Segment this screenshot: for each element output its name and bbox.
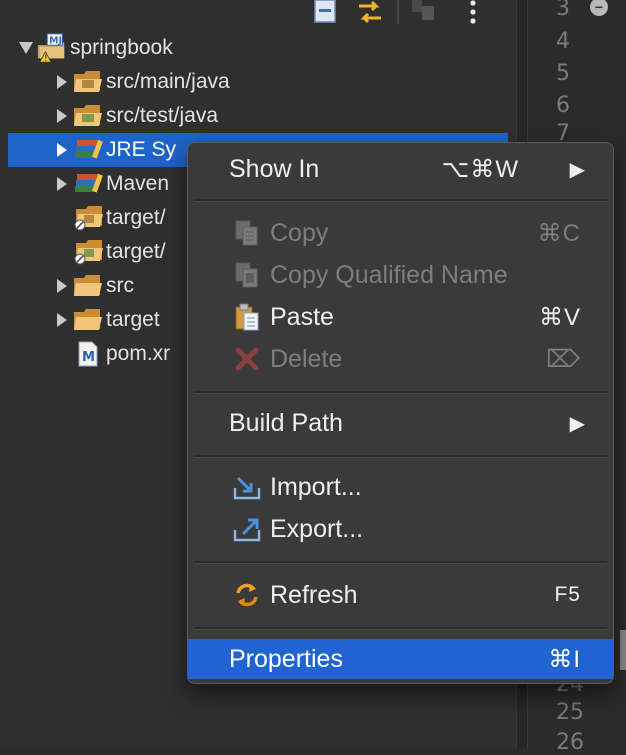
context-menu: Show In ⌥⌘W ▶ Copy ⌘C Copy Qualified Nam…	[187, 142, 614, 684]
toolbar-divider	[397, 0, 399, 24]
tree-item-label: src/test/java	[106, 104, 219, 127]
menu-shortcut: ⌦	[546, 345, 581, 373]
menu-item-copy[interactable]: Copy ⌘C	[194, 213, 607, 253]
menu-shortcut: ⌥⌘W	[441, 155, 519, 183]
submenu-arrow-icon: ▶	[569, 412, 585, 435]
tree-item-label: Maven	[106, 172, 170, 195]
menu-separator	[194, 627, 607, 630]
menu-item-refresh[interactable]: Refresh F5	[194, 575, 607, 615]
collapse-all-icon[interactable]	[312, 0, 338, 24]
delete-icon	[232, 344, 262, 374]
maven-java-project-icon: MJ !	[36, 33, 68, 63]
menu-separator	[194, 561, 607, 564]
menu-item-label: Copy	[270, 218, 329, 247]
menu-item-properties[interactable]: Properties ⌘I	[188, 639, 613, 679]
folder-icon	[72, 306, 104, 334]
menu-item-label: Build Path	[229, 408, 343, 437]
menu-item-import[interactable]: Import...	[194, 467, 607, 507]
menu-item-label: Show In	[229, 154, 320, 183]
refresh-icon	[232, 580, 262, 610]
menu-shortcut: ⌘I	[548, 645, 581, 673]
menu-item-label: Properties	[229, 644, 343, 673]
line-number: 3	[556, 0, 570, 21]
paste-icon	[232, 302, 262, 332]
collapsed-arrow-icon[interactable]	[52, 276, 72, 296]
line-number: 26	[556, 730, 584, 755]
menu-item-label: Delete	[270, 344, 343, 373]
collapsed-arrow-icon[interactable]	[52, 310, 72, 330]
import-icon	[232, 472, 262, 502]
tree-item-src-main-java[interactable]: src/main/java	[52, 65, 552, 99]
folder-icon	[72, 272, 104, 300]
menu-item-export[interactable]: Export...	[194, 509, 607, 549]
line-number: 5	[556, 61, 570, 86]
source-folder-excluded-icon	[72, 204, 104, 232]
maven-pom-icon: M	[72, 340, 104, 368]
tree-item-label: pom.xr	[106, 342, 171, 365]
focus-task-icon[interactable]	[410, 0, 438, 24]
copy-icon	[232, 218, 262, 248]
tree-item-label: src/main/java	[106, 70, 230, 93]
menu-item-show-in[interactable]: Show In ⌥⌘W ▶	[194, 149, 607, 189]
svg-text:M: M	[82, 350, 95, 365]
collapsed-arrow-icon[interactable]	[52, 72, 72, 92]
tree-item-project[interactable]: MJ ! springbook	[16, 31, 516, 65]
menu-shortcut: ⌘V	[538, 303, 581, 331]
source-folder-icon	[72, 102, 104, 130]
explorer-toolbar	[0, 0, 516, 26]
line-number: 6	[556, 93, 570, 118]
project-name: springbook	[70, 36, 173, 59]
menu-separator	[194, 199, 607, 202]
library-icon	[72, 136, 104, 164]
line-number: 25	[556, 700, 584, 725]
collapsed-arrow-icon[interactable]	[52, 106, 72, 126]
submenu-arrow-icon: ▶	[569, 158, 585, 181]
copy-qualified-name-icon	[232, 260, 262, 290]
tree-item-label: target/	[106, 206, 166, 229]
menu-item-copy-qualified-name[interactable]: Copy Qualified Name	[194, 255, 607, 295]
view-menu-icon[interactable]	[466, 0, 480, 26]
tree-item-label: JRE Sy	[106, 138, 177, 161]
menu-item-label: Paste	[270, 302, 334, 331]
collapsed-arrow-icon[interactable]	[52, 140, 72, 160]
tree-item-label: src	[106, 274, 134, 297]
tree-item-label: target	[106, 308, 160, 331]
library-icon	[72, 170, 104, 198]
scrollbar-thumb[interactable]	[620, 630, 626, 670]
menu-item-label: Import...	[270, 472, 362, 501]
menu-item-label: Export...	[270, 514, 364, 543]
menu-separator	[194, 455, 607, 458]
menu-item-build-path[interactable]: Build Path ▶	[194, 403, 607, 443]
menu-separator	[194, 391, 607, 394]
svg-text:MJ: MJ	[49, 35, 62, 46]
menu-shortcut: F5	[554, 583, 581, 606]
svg-text:!: !	[44, 53, 47, 63]
collapsed-arrow-icon[interactable]	[52, 174, 72, 194]
line-number: 4	[556, 29, 570, 54]
menu-item-delete[interactable]: Delete ⌦	[194, 339, 607, 379]
export-icon	[232, 514, 262, 544]
tree-item-src-test-java[interactable]: src/test/java	[52, 99, 552, 133]
link-with-editor-icon[interactable]	[356, 0, 384, 26]
tree-item-label: target/	[106, 240, 166, 263]
menu-item-paste[interactable]: Paste ⌘V	[194, 297, 607, 337]
expanded-arrow-icon[interactable]	[16, 38, 36, 58]
source-folder-excluded-icon	[72, 238, 104, 266]
menu-item-label: Refresh	[270, 580, 358, 609]
menu-item-label: Copy Qualified Name	[270, 260, 508, 289]
source-folder-icon	[72, 68, 104, 96]
menu-shortcut: ⌘C	[537, 219, 581, 247]
